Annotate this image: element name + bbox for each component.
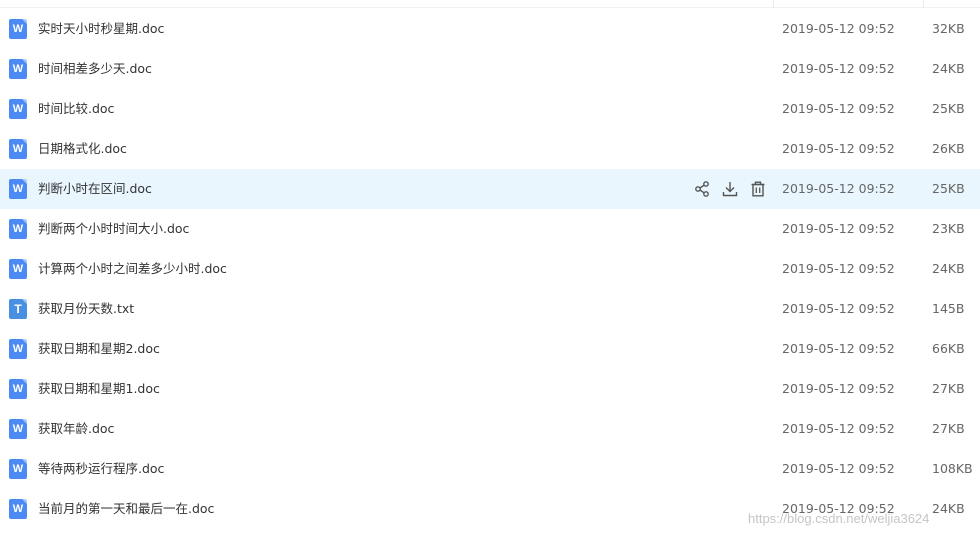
share-icon: [695, 181, 709, 197]
word-doc-icon: W: [9, 459, 27, 479]
word-doc-icon: W: [9, 419, 27, 439]
file-name[interactable]: 获取日期和星期2.doc: [38, 329, 160, 369]
file-modified-date: 2019-05-12 09:52: [782, 381, 895, 396]
file-modified-date: 2019-05-12 09:52: [782, 421, 895, 436]
file-size: 145B: [932, 301, 965, 316]
file-row[interactable]: W 获取年龄.doc 2019-05-12 09:52 27KB: [0, 409, 980, 449]
file-row[interactable]: W 判断小时在区间.doc 2019-05-12 09:52 25KB: [0, 169, 980, 209]
word-doc-icon: W: [9, 379, 27, 399]
word-doc-icon: W: [9, 139, 27, 159]
file-name[interactable]: 等待两秒运行程序.doc: [38, 449, 164, 489]
trash-icon: [751, 181, 765, 197]
file-modified-date: 2019-05-12 09:52: [782, 501, 895, 516]
file-list: W 实时天小时秒星期.doc 2019-05-12 09:52 32KB W 时…: [0, 9, 980, 529]
word-doc-icon: W: [9, 339, 27, 359]
file-name[interactable]: 获取年龄.doc: [38, 409, 114, 449]
word-doc-icon: W: [9, 259, 27, 279]
column-divider[interactable]: [773, 0, 774, 8]
file-row[interactable]: W 日期格式化.doc 2019-05-12 09:52 26KB: [0, 129, 980, 169]
file-modified-date: 2019-05-12 09:52: [782, 21, 895, 36]
file-size: 24KB: [932, 501, 965, 516]
file-name[interactable]: 当前月的第一天和最后一在.doc: [38, 489, 214, 529]
file-size: 24KB: [932, 61, 965, 76]
file-name[interactable]: 获取日期和星期1.doc: [38, 369, 160, 409]
word-doc-icon: W: [9, 179, 27, 199]
word-doc-icon: W: [9, 99, 27, 119]
file-size: 26KB: [932, 141, 965, 156]
download-button[interactable]: [721, 180, 739, 198]
file-name[interactable]: 判断小时在区间.doc: [38, 169, 152, 209]
file-name[interactable]: 实时天小时秒星期.doc: [38, 9, 164, 49]
file-size: 27KB: [932, 421, 965, 436]
file-name[interactable]: 计算两个小时之间差多少小时.doc: [38, 249, 227, 289]
file-modified-date: 2019-05-12 09:52: [782, 301, 895, 316]
file-row[interactable]: W 当前月的第一天和最后一在.doc 2019-05-12 09:52 24KB: [0, 489, 980, 529]
file-row[interactable]: W 获取日期和星期1.doc 2019-05-12 09:52 27KB: [0, 369, 980, 409]
file-modified-date: 2019-05-12 09:52: [782, 61, 895, 76]
file-size: 66KB: [932, 341, 965, 356]
file-name[interactable]: 日期格式化.doc: [38, 129, 127, 169]
share-button[interactable]: [693, 180, 711, 198]
file-name[interactable]: 获取月份天数.txt: [38, 289, 134, 329]
delete-button[interactable]: [749, 180, 767, 198]
file-row[interactable]: W 获取日期和星期2.doc 2019-05-12 09:52 66KB: [0, 329, 980, 369]
file-modified-date: 2019-05-12 09:52: [782, 221, 895, 236]
file-row[interactable]: W 等待两秒运行程序.doc 2019-05-12 09:52 108KB: [0, 449, 980, 489]
file-modified-date: 2019-05-12 09:52: [782, 461, 895, 476]
column-divider[interactable]: [923, 0, 924, 8]
file-name[interactable]: 判断两个小时时间大小.doc: [38, 209, 189, 249]
file-size: 27KB: [932, 381, 965, 396]
file-browser: W 实时天小时秒星期.doc 2019-05-12 09:52 32KB W 时…: [0, 0, 980, 541]
list-header-strip: [0, 0, 980, 8]
file-row[interactable]: W 时间比较.doc 2019-05-12 09:52 25KB: [0, 89, 980, 129]
file-modified-date: 2019-05-12 09:52: [782, 141, 895, 156]
file-size: 32KB: [932, 21, 965, 36]
file-modified-date: 2019-05-12 09:52: [782, 261, 895, 276]
file-row[interactable]: W 时间相差多少天.doc 2019-05-12 09:52 24KB: [0, 49, 980, 89]
file-name[interactable]: 时间相差多少天.doc: [38, 49, 152, 89]
file-row[interactable]: W 计算两个小时之间差多少小时.doc 2019-05-12 09:52 24K…: [0, 249, 980, 289]
text-file-icon: T: [9, 299, 27, 319]
file-modified-date: 2019-05-12 09:52: [782, 341, 895, 356]
word-doc-icon: W: [9, 499, 27, 519]
file-row[interactable]: W 实时天小时秒星期.doc 2019-05-12 09:52 32KB: [0, 9, 980, 49]
file-modified-date: 2019-05-12 09:52: [782, 101, 895, 116]
file-size: 24KB: [932, 261, 965, 276]
word-doc-icon: W: [9, 59, 27, 79]
word-doc-icon: W: [9, 219, 27, 239]
file-name[interactable]: 时间比较.doc: [38, 89, 114, 129]
file-size: 25KB: [932, 101, 965, 116]
file-size: 23KB: [932, 221, 965, 236]
file-row[interactable]: T 获取月份天数.txt 2019-05-12 09:52 145B: [0, 289, 980, 329]
download-icon: [722, 182, 738, 197]
file-size: 25KB: [932, 181, 965, 196]
file-modified-date: 2019-05-12 09:52: [782, 181, 895, 196]
file-row[interactable]: W 判断两个小时时间大小.doc 2019-05-12 09:52 23KB: [0, 209, 980, 249]
word-doc-icon: W: [9, 19, 27, 39]
file-size: 108KB: [932, 461, 973, 476]
